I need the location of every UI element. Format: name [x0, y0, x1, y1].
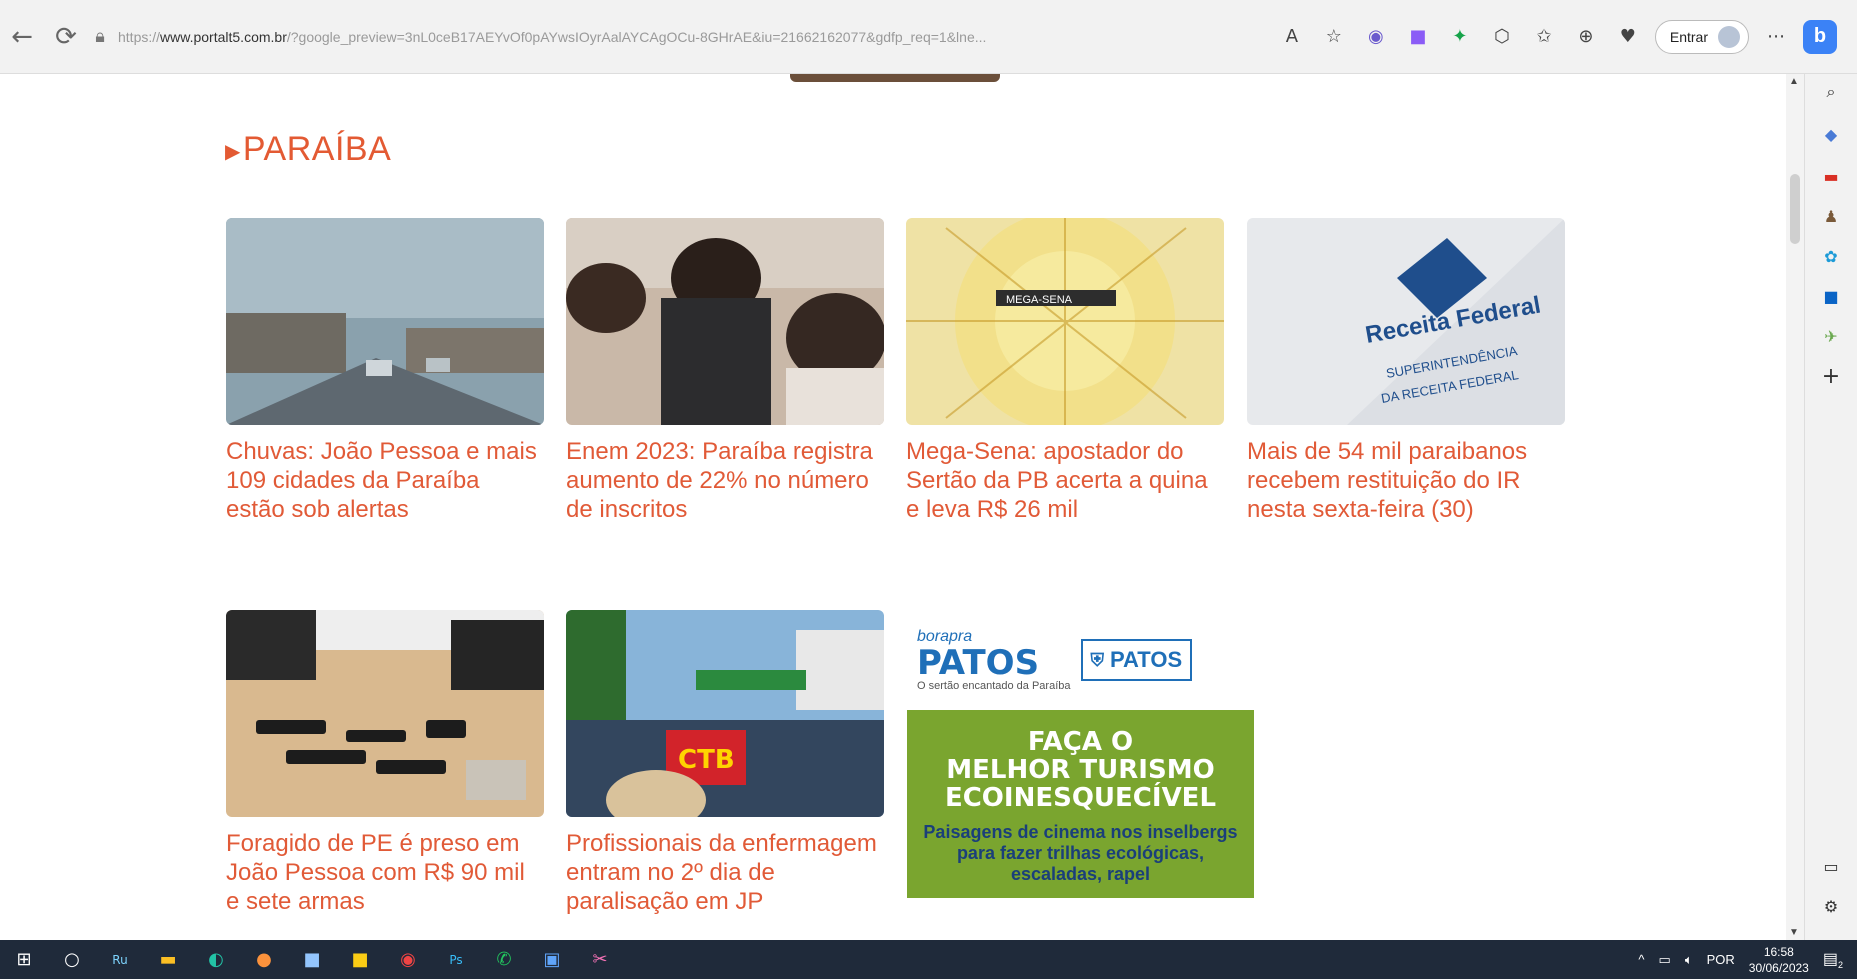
- system-tray: ^ ▭ 🔈︎ POR 16:58 30/06/2023 ▤2: [1638, 940, 1857, 979]
- favorite-star-icon[interactable]: ☆: [1319, 22, 1349, 52]
- sign-in-button[interactable]: Entrar: [1654, 19, 1749, 54]
- back-icon[interactable]: ←: [0, 15, 44, 59]
- address-bar[interactable]: 🔒︎ https:// www.portalt5.com.br /?google…: [88, 17, 1277, 57]
- ad-headline-3: ECOINESQUECÍVEL: [944, 783, 1217, 813]
- article-card[interactable]: Enem 2023: Paraíba registra aumento de 2…: [566, 218, 884, 524]
- article-image-rain[interactable]: [226, 218, 544, 425]
- volume-icon[interactable]: 🔈︎: [1685, 952, 1693, 968]
- article-title[interactable]: Mega-Sena: apostador do Sertão da PB ace…: [906, 437, 1224, 524]
- cropped-image-bottom: [790, 74, 1000, 82]
- tourism-ad-banner[interactable]: borapra PATOS O sertão encantado da Para…: [907, 610, 1254, 898]
- article-image-students[interactable]: [566, 218, 884, 425]
- windows-start-icon[interactable]: ⊞: [0, 940, 48, 979]
- network-icon[interactable]: ▭: [1659, 952, 1671, 968]
- article-card[interactable]: CTB Profissionais da enfermagem entram n…: [566, 610, 884, 916]
- ad-body: FAÇA O MELHOR TURISMO ECOINESQUECÍVEL Pa…: [907, 710, 1254, 898]
- ad-brand-logo: PATOS: [917, 643, 1040, 683]
- ad-city-box: ⛨ PATOS: [1080, 639, 1193, 681]
- ad-headline-2: MELHOR TURISMO: [946, 755, 1215, 785]
- article-card[interactable]: Chuvas: João Pessoa e mais 109 cidades d…: [226, 218, 544, 524]
- clock-time: 16:58: [1763, 944, 1794, 959]
- lock-icon[interactable]: 🔒︎: [88, 26, 112, 47]
- ctb-banner-text: CTB: [678, 745, 735, 775]
- scroll-down-icon[interactable]: ▼: [1789, 927, 1799, 938]
- edge-sidebar: ⌕ ◆ ▬ ♟ ✿ ■ ✈ + ▭ ⚙: [1804, 74, 1857, 940]
- ad-tagline: O sertão encantado da Paraíba: [917, 680, 1071, 692]
- url-path: /?google_preview=3nL0ceB17AEYvOf0pAYwsIO…: [286, 28, 987, 45]
- article-image-megasena[interactable]: MEGA-SENA: [906, 218, 1224, 425]
- edge-browser-icon[interactable]: ◐: [192, 940, 240, 979]
- page-scrollbar[interactable]: ▲ ▼: [1786, 74, 1804, 940]
- megasena-label: MEGA-SENA: [1006, 294, 1073, 306]
- window-app-icon[interactable]: ■: [288, 940, 336, 979]
- section-title[interactable]: ▶PARAÍBA: [225, 130, 391, 169]
- browser-toolbar: ← ⟳ 🔒︎ https:// www.portalt5.com.br /?go…: [0, 0, 1857, 74]
- article-title[interactable]: Foragido de PE é preso em João Pessoa co…: [226, 829, 544, 916]
- show-hidden-icon[interactable]: ^: [1638, 952, 1644, 967]
- article-title[interactable]: Mais de 54 mil paraibanos recebem restit…: [1247, 437, 1565, 524]
- ad-subtext: Paisagens de cinema nos inselbergs para …: [923, 822, 1238, 884]
- photos-icon[interactable]: ▣: [528, 940, 576, 979]
- collections-icon[interactable]: ⊕: [1571, 22, 1601, 52]
- city-crest-icon: ⛨: [1090, 649, 1105, 670]
- firefox-icon[interactable]: ●: [240, 940, 288, 979]
- photoshop-icon[interactable]: Ps: [432, 940, 480, 979]
- ad-city: PATOS: [1110, 647, 1183, 672]
- performance-icon[interactable]: ♥: [1613, 22, 1643, 52]
- whatsapp-icon[interactable]: ✆: [480, 940, 528, 979]
- notification-count: 2: [1837, 960, 1843, 971]
- article-image-receita[interactable]: Receita Federal SUPERINTENDÊNCIA DA RECE…: [1247, 218, 1565, 425]
- article-title[interactable]: Enem 2023: Paraíba registra aumento de 2…: [566, 437, 884, 524]
- clock-date: 30/06/2023: [1748, 960, 1809, 975]
- url-host: www.portalt5.com.br: [160, 28, 287, 45]
- ru-app-icon[interactable]: Ru: [96, 940, 144, 979]
- chrome-icon[interactable]: ◉: [384, 940, 432, 979]
- windows-taskbar: ⊞ ○ Ru ▬ ◐ ● ■ ■ ◉ Ps ✆ ▣ ✂ ^ ▭ 🔈︎ POR 1…: [0, 940, 1857, 979]
- search-icon[interactable]: ○: [48, 940, 96, 979]
- article-image-nurses-protest[interactable]: CTB: [566, 610, 884, 817]
- purple-extension-icon[interactable]: ■: [1403, 22, 1433, 52]
- outlook-icon[interactable]: ■: [1819, 284, 1843, 308]
- bing-copilot-icon[interactable]: b: [1803, 19, 1837, 54]
- settings-gear-icon[interactable]: ⚙: [1819, 894, 1843, 918]
- sticky-notes-icon[interactable]: ■: [336, 940, 384, 979]
- tools-icon[interactable]: ✿: [1819, 244, 1843, 268]
- tag-icon[interactable]: ◆: [1819, 122, 1843, 146]
- extensions-puzzle-icon[interactable]: ⬡: [1487, 22, 1517, 52]
- green-extension-icon[interactable]: ✦: [1445, 22, 1475, 52]
- sign-in-label: Entrar: [1669, 28, 1708, 45]
- section-title-text: PARAÍBA: [242, 130, 392, 168]
- ad-header: borapra PATOS O sertão encantado da Para…: [907, 610, 1254, 710]
- notifications-icon[interactable]: ▤2: [1823, 949, 1843, 970]
- more-menu-icon[interactable]: ⋯: [1761, 22, 1791, 52]
- scrollbar-thumb[interactable]: [1790, 174, 1800, 244]
- scroll-up-icon[interactable]: ▲: [1789, 76, 1799, 87]
- url-prefix: https://: [118, 28, 161, 45]
- clock[interactable]: 16:58 30/06/2023: [1749, 944, 1809, 976]
- add-icon[interactable]: +: [1819, 364, 1843, 389]
- search-icon[interactable]: ⌕: [1819, 80, 1843, 104]
- ad-headline-1: FAÇA O: [1027, 727, 1134, 757]
- drop-icon[interactable]: ✈: [1819, 324, 1843, 348]
- shopping-icon[interactable]: ▬: [1819, 164, 1843, 188]
- article-title[interactable]: Chuvas: João Pessoa e mais 109 cidades d…: [226, 437, 544, 524]
- article-title[interactable]: Profissionais da enfermagem entram no 2º…: [566, 829, 884, 916]
- shield-extension-icon[interactable]: ◉: [1361, 22, 1391, 52]
- snipping-tool-icon[interactable]: ✂: [576, 940, 624, 979]
- favorites-icon[interactable]: ✩: [1529, 22, 1559, 52]
- article-card[interactable]: Receita Federal SUPERINTENDÊNCIA DA RECE…: [1247, 218, 1565, 524]
- triangle-bullet-icon: ▶: [225, 140, 241, 163]
- reload-icon[interactable]: ⟳: [44, 15, 88, 59]
- article-image-weapons[interactable]: [226, 610, 544, 817]
- avatar-icon: [1718, 25, 1740, 48]
- article-card[interactable]: Foragido de PE é preso em João Pessoa co…: [226, 610, 544, 916]
- sidebar-toggle-icon[interactable]: ▭: [1819, 854, 1843, 878]
- page-content: ▶PARAÍBA Chuvas: João Pessoa e mais 109 …: [0, 74, 1786, 940]
- read-aloud-icon[interactable]: A: [1277, 22, 1307, 52]
- article-card[interactable]: MEGA-SENA Mega-Sena: apostador do Sertão…: [906, 218, 1224, 524]
- ad-brand: borapra PATOS O sertão encantado da Para…: [917, 628, 1071, 692]
- file-explorer-icon[interactable]: ▬: [144, 940, 192, 979]
- games-icon[interactable]: ♟: [1819, 204, 1843, 228]
- language-indicator[interactable]: POR: [1707, 952, 1735, 967]
